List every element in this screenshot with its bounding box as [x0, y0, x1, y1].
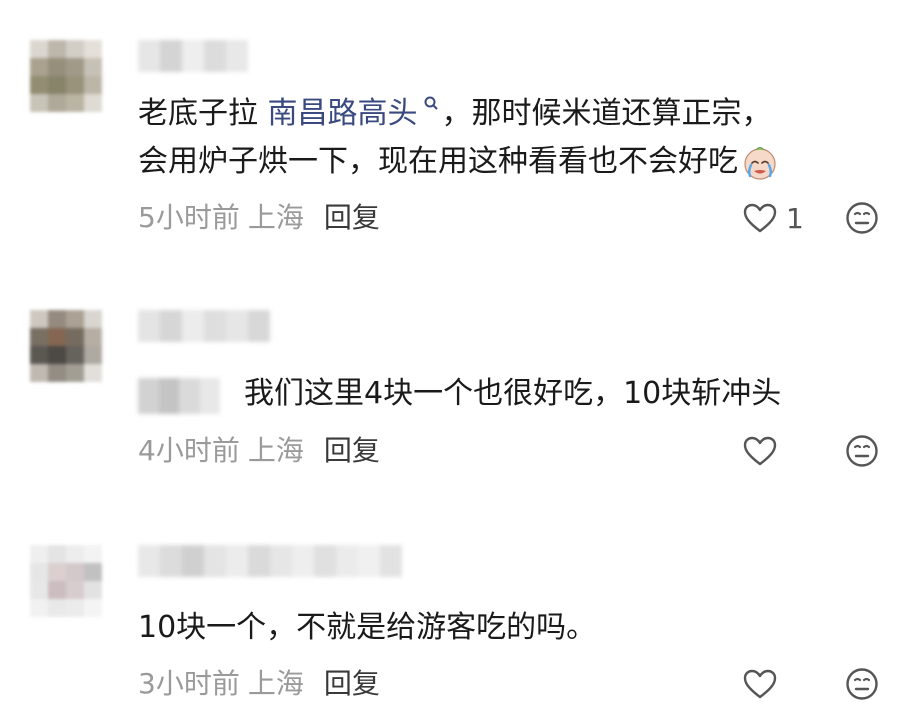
like-button[interactable] — [742, 433, 778, 469]
neutral-face-icon[interactable] — [844, 200, 880, 236]
comment-location: 上海 — [247, 667, 304, 700]
search-icon[interactable] — [422, 94, 442, 114]
neutral-face-icon[interactable] — [844, 433, 880, 469]
comment-location: 上海 — [247, 434, 304, 467]
username[interactable] — [138, 310, 270, 342]
comment-meta: 3小时前 上海 回复 — [138, 666, 380, 702]
comment-text: 10块一个，不就是给游客吃的吗。 — [138, 604, 596, 652]
comment-time: 3小时前 — [138, 667, 240, 700]
like-button[interactable] — [742, 666, 778, 702]
reply-button[interactable]: 回复 — [324, 434, 380, 467]
avatar[interactable] — [30, 40, 102, 112]
comment-text-line: 我们这里4块一个也很好吃，10块斩冲头 — [244, 376, 782, 411]
comment-meta: 5小时前 上海 回复 — [138, 200, 380, 236]
username[interactable] — [138, 545, 402, 577]
reply-button[interactable]: 回复 — [324, 201, 380, 234]
comment-text-line2: 会用炉子烘一下，现在用这种看看也不会好吃 — [138, 144, 738, 179]
reply-target-name[interactable] — [138, 378, 220, 414]
username[interactable] — [138, 40, 248, 72]
reply-button[interactable]: 回复 — [324, 667, 380, 700]
avatar[interactable] — [30, 310, 102, 382]
heart-outline-icon — [743, 669, 777, 699]
like-button[interactable]: 1 — [742, 200, 804, 236]
like-count: 1 — [786, 201, 804, 235]
heart-outline-icon — [743, 436, 777, 466]
comment-text: 老底子拉 南昌路高头 ，那时候米道还算正宗， 会用炉子烘一下，现在用这种看看也不会… — [138, 90, 780, 186]
comment-time: 4小时前 — [138, 434, 240, 467]
comment-text: 我们这里4块一个也很好吃，10块斩冲头 — [244, 370, 781, 418]
neutral-face-icon[interactable] — [844, 666, 880, 702]
comment-time: 5小时前 — [138, 201, 240, 234]
avatar[interactable] — [30, 545, 102, 617]
comment-location: 上海 — [247, 201, 304, 234]
location-link[interactable]: 南昌路高头 — [268, 96, 418, 131]
comment-text-line: 10块一个，不就是给游客吃的吗。 — [138, 610, 597, 645]
heart-outline-icon — [743, 203, 777, 233]
comment-meta: 4小时前 上海 回复 — [138, 433, 380, 469]
comment-text-suffix: ，那时候米道还算正宗， — [441, 96, 772, 131]
comment-text-prefix: 老底子拉 — [138, 96, 268, 131]
crying-face-emoji — [744, 146, 776, 180]
